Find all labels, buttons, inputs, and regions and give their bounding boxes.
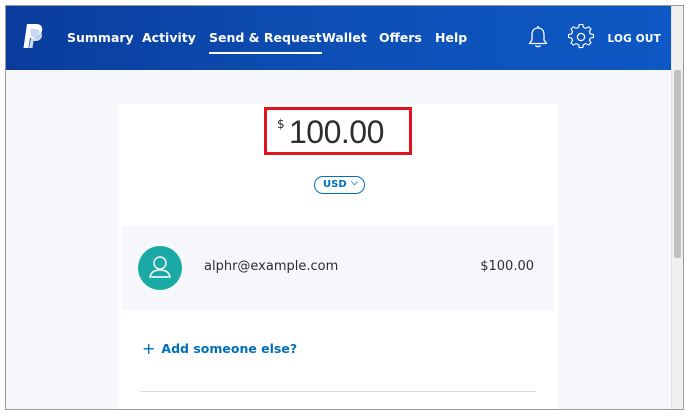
user-icon bbox=[149, 256, 171, 278]
currency-code: USD bbox=[323, 179, 347, 190]
gear-icon[interactable] bbox=[568, 24, 594, 50]
nav-summary[interactable]: Summary bbox=[67, 30, 134, 45]
add-someone-label: Add someone else? bbox=[161, 341, 298, 356]
plus-icon: + bbox=[142, 339, 156, 358]
scrollbar-thumb[interactable] bbox=[674, 70, 681, 258]
recipient-amount: $100.00 bbox=[480, 259, 534, 274]
nav-activity[interactable]: Activity bbox=[142, 30, 196, 45]
recipient-row[interactable]: alphr@example.com $100.00 bbox=[122, 226, 554, 310]
add-someone-link[interactable]: + Add someone else? bbox=[142, 338, 298, 358]
nav-wallet[interactable]: Wallet bbox=[322, 30, 367, 45]
bell-icon[interactable] bbox=[525, 24, 551, 50]
send-money-card: $ 100.00 USD ⌵ alphr@example.com $100.00… bbox=[118, 104, 558, 409]
paypal-logo[interactable] bbox=[22, 23, 44, 51]
divider bbox=[140, 391, 536, 392]
scrollbar[interactable] bbox=[671, 6, 683, 409]
top-navigation-bar: Summary Activity Send & Request Wallet O… bbox=[6, 6, 673, 70]
chevron-down-icon: ⌵ bbox=[351, 178, 358, 188]
nav-offers[interactable]: Offers bbox=[379, 30, 422, 45]
browser-viewport: Summary Activity Send & Request Wallet O… bbox=[5, 5, 684, 410]
currency-dropdown[interactable]: USD ⌵ bbox=[314, 176, 365, 194]
nav-help[interactable]: Help bbox=[435, 30, 467, 45]
amount-value[interactable]: 100.00 bbox=[289, 114, 384, 151]
avatar bbox=[138, 246, 182, 290]
nav-send-request[interactable]: Send & Request bbox=[209, 30, 322, 54]
currency-symbol: $ bbox=[277, 117, 285, 131]
logout-button[interactable]: LOG OUT bbox=[607, 33, 661, 45]
amount-field[interactable]: $ 100.00 bbox=[264, 107, 412, 155]
recipient-email: alphr@example.com bbox=[204, 259, 339, 274]
